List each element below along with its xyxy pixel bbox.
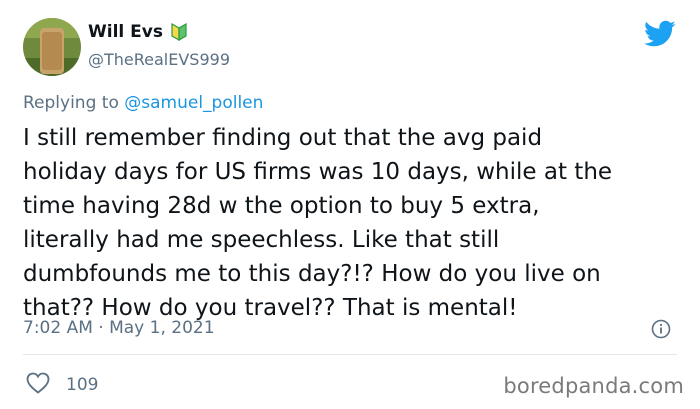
like-count: 109 <box>66 375 99 395</box>
divider <box>23 354 677 355</box>
info-icon[interactable] <box>651 319 671 339</box>
heart-icon <box>26 372 50 398</box>
replying-prefix: Replying to <box>23 93 119 113</box>
beginner-badge-icon <box>171 22 187 42</box>
reply-mention-link[interactable]: @samuel_pollen <box>124 93 263 113</box>
author-handle[interactable]: @TheRealEVS999 <box>88 50 230 69</box>
display-name[interactable]: Will Evs <box>88 22 163 42</box>
author-name-row: Will Evs <box>88 22 187 42</box>
tweet-text: I still remember finding out that the av… <box>23 125 613 321</box>
twitter-bird-icon[interactable] <box>644 20 676 48</box>
tweet-timestamp[interactable]: 7:02 AM · May 1, 2021 <box>23 318 215 338</box>
watermark: boredpanda.com <box>503 374 684 398</box>
like-button[interactable]: 109 <box>26 372 98 398</box>
replying-to: Replying to @samuel_pollen <box>23 93 263 113</box>
avatar[interactable] <box>23 18 81 76</box>
